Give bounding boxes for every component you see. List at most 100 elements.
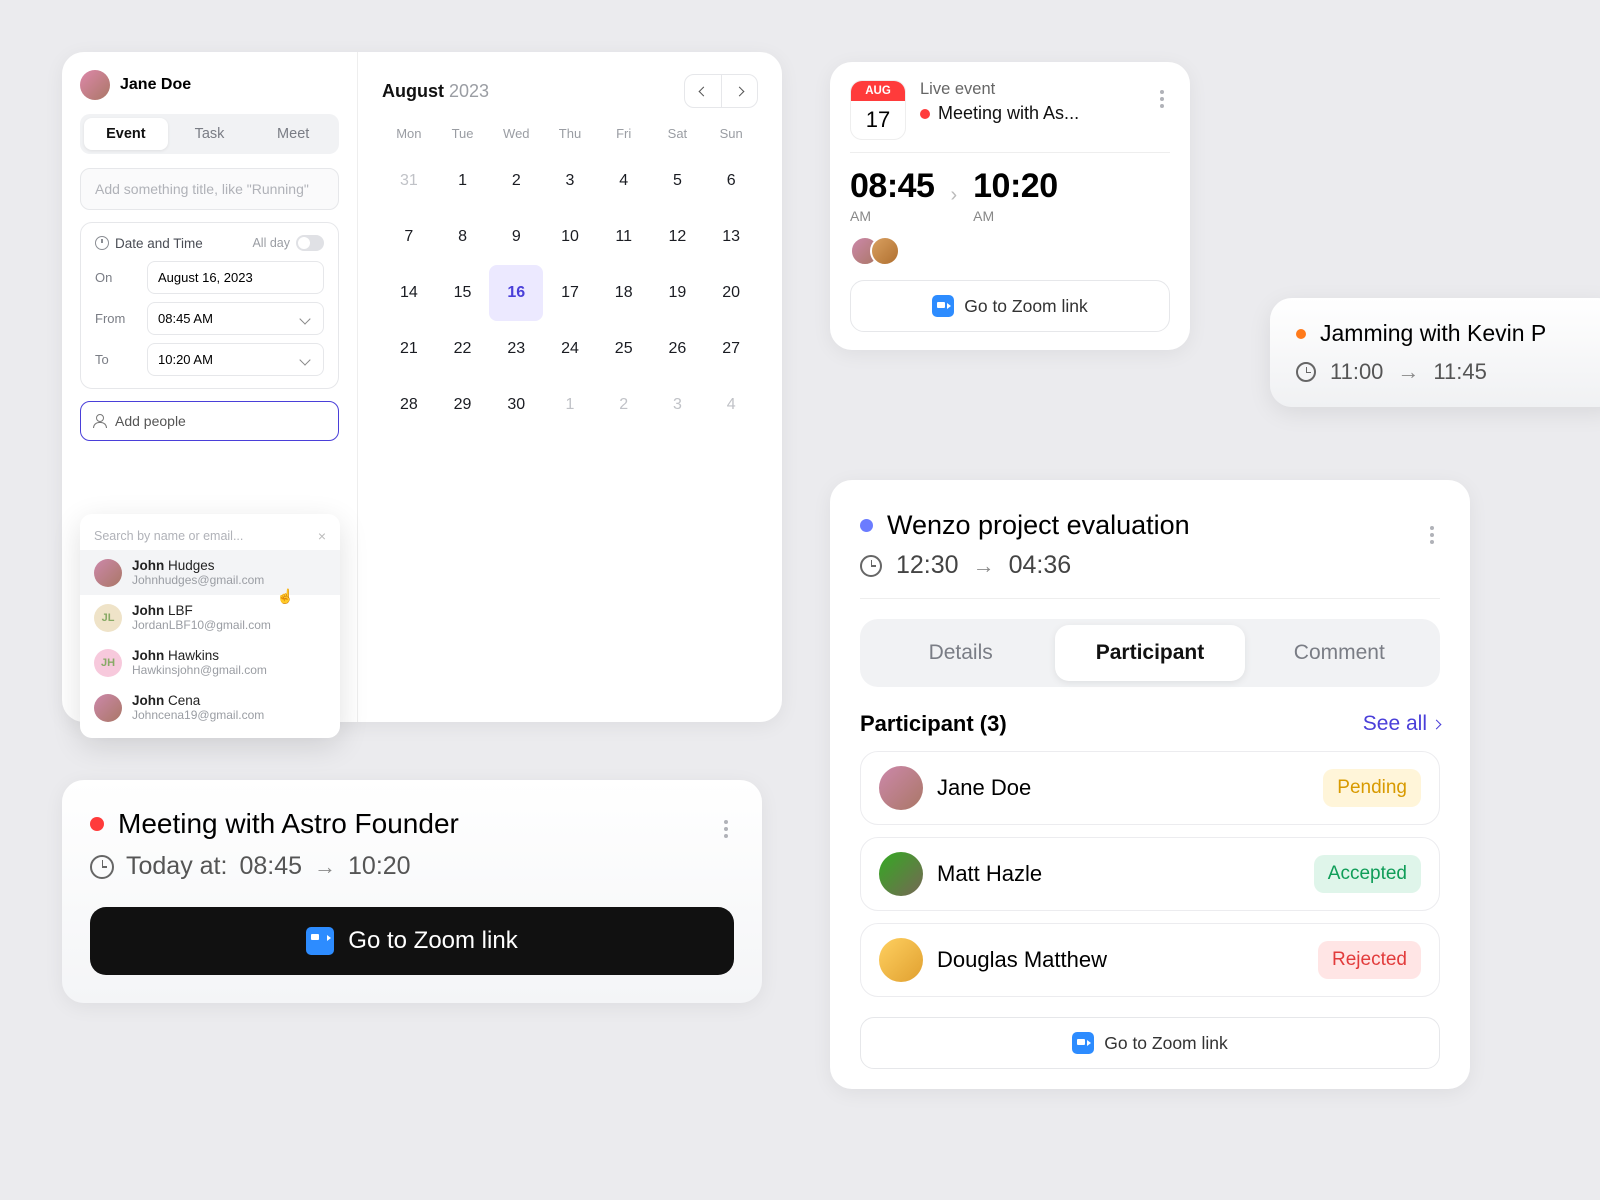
participant-row: Douglas MatthewRejected	[860, 923, 1440, 997]
wenzo-card: Wenzo project evaluation 12:30 → 04:36 D…	[830, 480, 1470, 1089]
creator-tab-meet[interactable]: Meet	[251, 118, 335, 150]
zoom-link-button[interactable]: Go to Zoom link	[850, 280, 1170, 332]
user-name: Jane Doe	[120, 76, 191, 94]
calendar-day[interactable]: 4	[704, 377, 758, 433]
calendar-day[interactable]: 20	[704, 265, 758, 321]
calendar-day[interactable]: 30	[489, 377, 543, 433]
segment-details[interactable]: Details	[866, 625, 1055, 681]
event-creator-card: Jane Doe EventTaskMeet Add something tit…	[62, 52, 782, 722]
avatar	[94, 559, 122, 587]
calendar-day[interactable]: 28	[382, 377, 436, 433]
calendar-day[interactable]: 2	[597, 377, 651, 433]
avatar	[870, 236, 900, 266]
clock-icon	[1296, 362, 1316, 382]
calendar-day[interactable]: 13	[704, 209, 758, 265]
calendar-day[interactable]: 6	[704, 153, 758, 209]
calendar-day[interactable]: 8	[436, 209, 490, 265]
title-input[interactable]: Add something title, like "Running"	[80, 168, 339, 210]
calendar-panel: August 2023 MonTueWedThuFriSatSun 311234…	[358, 52, 782, 722]
calendar-prev-button[interactable]	[685, 75, 721, 107]
person-suggestion[interactable]: John HudgesJohnhudges@gmail.com☝	[80, 550, 340, 595]
zoom-icon	[1072, 1032, 1094, 1054]
zoom-link-button[interactable]: Go to Zoom link	[860, 1017, 1440, 1069]
calendar-day[interactable]: 9	[489, 209, 543, 265]
calendar-day[interactable]: 2	[489, 153, 543, 209]
clock-icon	[95, 236, 109, 250]
more-menu-button[interactable]	[1154, 84, 1170, 114]
meeting-title: Meeting with Astro Founder	[118, 808, 459, 840]
creator-tabs: EventTaskMeet	[80, 114, 339, 154]
jam-title: Jamming with Kevin P	[1320, 320, 1546, 347]
arrow-right-icon: →	[973, 553, 995, 579]
add-people-input[interactable]: Add people	[80, 401, 339, 441]
calendar-day[interactable]: 21	[382, 321, 436, 377]
chevron-right-icon: ›	[950, 184, 957, 207]
jamming-event-card[interactable]: Jamming with Kevin P 11:00 → 11:45	[1270, 298, 1600, 407]
to-field[interactable]: 10:20 AM	[147, 343, 324, 376]
calendar-day[interactable]: 31	[382, 153, 436, 209]
calendar-dow: Fri	[597, 126, 651, 153]
calendar-day[interactable]: 15	[436, 265, 490, 321]
chevron-left-icon	[698, 86, 708, 96]
more-menu-button[interactable]	[1424, 520, 1440, 550]
more-menu-button[interactable]	[718, 814, 734, 844]
wenzo-title: Wenzo project evaluation	[887, 510, 1190, 541]
calendar-day[interactable]: 26	[651, 321, 705, 377]
user-row: Jane Doe	[80, 70, 339, 100]
participant-name: Jane Doe	[937, 775, 1031, 801]
calendar-day[interactable]: 3	[651, 377, 705, 433]
calendar-day[interactable]: 4	[597, 153, 651, 209]
calendar-day[interactable]: 11	[597, 209, 651, 265]
calendar-day[interactable]: 17	[543, 265, 597, 321]
calendar-day[interactable]: 27	[704, 321, 758, 377]
participant-name: Douglas Matthew	[937, 947, 1107, 973]
see-all-link[interactable]: See all	[1363, 712, 1440, 736]
person-suggestion[interactable]: John CenaJohncena19@gmail.com	[80, 685, 340, 730]
search-placeholder[interactable]: Search by name or email...	[94, 529, 243, 543]
calendar-day[interactable]: 12	[651, 209, 705, 265]
date-badge: AUG 17	[850, 80, 906, 140]
on-field[interactable]: August 16, 2023	[147, 261, 324, 294]
calendar-day[interactable]: 25	[597, 321, 651, 377]
add-person-icon	[93, 414, 107, 428]
live-event-time: 08:45AM › 10:20AM	[850, 167, 1170, 224]
meeting-time: Today at: 08:45 → 10:20	[90, 852, 734, 881]
chevron-right-icon	[735, 86, 745, 96]
calendar-day[interactable]: 16	[489, 265, 543, 321]
calendar-day[interactable]: 19	[651, 265, 705, 321]
segment-comment[interactable]: Comment	[1245, 625, 1434, 681]
calendar-day[interactable]: 5	[651, 153, 705, 209]
on-label: On	[95, 270, 137, 285]
allday-toggle[interactable]: All day	[252, 235, 324, 251]
calendar-dow-row: MonTueWedThuFriSatSun	[382, 126, 758, 153]
calendar-day[interactable]: 7	[382, 209, 436, 265]
segment-participant[interactable]: Participant	[1055, 625, 1244, 681]
avatar: JL	[94, 604, 122, 632]
calendar-day[interactable]: 1	[436, 153, 490, 209]
calendar-day[interactable]: 10	[543, 209, 597, 265]
people-search-dropdown: Search by name or email... × John HudgesJ…	[80, 514, 340, 738]
zoom-link-button[interactable]: Go to Zoom link	[90, 907, 734, 975]
person-suggestion[interactable]: JHJohn HawkinsHawkinsjohn@gmail.com	[80, 640, 340, 685]
switch-icon	[296, 235, 324, 251]
wenzo-segments: DetailsParticipantComment	[860, 619, 1440, 687]
close-icon[interactable]: ×	[318, 528, 326, 544]
participants-header: Participant (3)	[860, 711, 1007, 737]
calendar-day[interactable]: 18	[597, 265, 651, 321]
calendar-day[interactable]: 14	[382, 265, 436, 321]
creator-tab-event[interactable]: Event	[84, 118, 168, 150]
calendar-day[interactable]: 29	[436, 377, 490, 433]
attendee-avatars	[850, 236, 1170, 266]
status-dot-icon	[90, 817, 104, 831]
calendar-next-button[interactable]	[721, 75, 757, 107]
arrow-right-icon: →	[1397, 359, 1419, 385]
calendar-day[interactable]: 1	[543, 377, 597, 433]
avatar: JH	[94, 649, 122, 677]
person-suggestion[interactable]: JLJohn LBFJordanLBF10@gmail.com	[80, 595, 340, 640]
from-field[interactable]: 08:45 AM	[147, 302, 324, 335]
calendar-day[interactable]: 24	[543, 321, 597, 377]
calendar-day[interactable]: 3	[543, 153, 597, 209]
calendar-day[interactable]: 23	[489, 321, 543, 377]
calendar-day[interactable]: 22	[436, 321, 490, 377]
creator-tab-task[interactable]: Task	[168, 118, 252, 150]
